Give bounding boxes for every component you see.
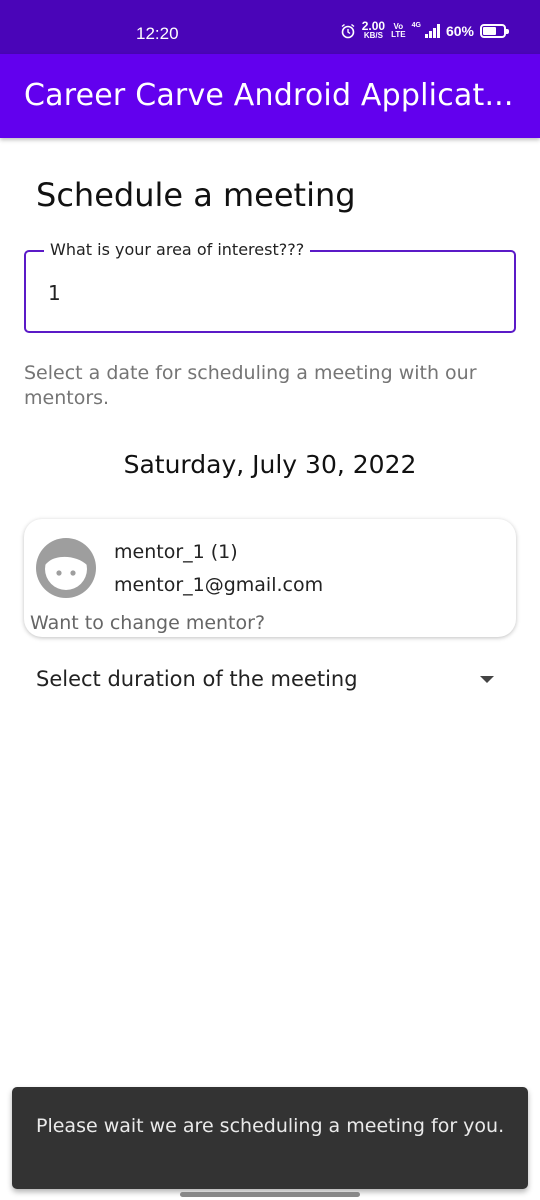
net-speed-value: 2.00 xyxy=(361,19,386,33)
app-title: Career Carve Android Applicat... xyxy=(24,78,514,113)
status-icons: 2.00 KB/S Vo LTE 4G 60% xyxy=(340,19,509,40)
app-bar: Career Carve Android Applicat... xyxy=(0,54,540,138)
snackbar-message: Please wait we are scheduling a meeting … xyxy=(36,1115,505,1137)
status-time: 12:20 xyxy=(136,24,179,43)
status-bar: 12:20 2.00 KB/S Vo LTE 4G 60% xyxy=(0,0,540,54)
volte-indicator: Vo LTE xyxy=(391,23,406,39)
net-speed-unit: KB/S xyxy=(363,31,383,40)
change-mentor-link[interactable]: Want to change mentor? xyxy=(30,612,265,634)
selected-date[interactable]: Saturday, July 30, 2022 xyxy=(0,450,540,479)
interest-field[interactable]: What is your area of interest??? 1 xyxy=(24,240,516,333)
date-hint: Select a date for scheduling a meeting w… xyxy=(24,362,477,409)
mentor-email: mentor_1@gmail.com xyxy=(114,574,324,596)
net-speed: 2.00 KB/S xyxy=(361,19,386,40)
mentor-card: mentor_1 (1) mentor_1@gmail.com Want to … xyxy=(24,519,516,637)
page-title: Schedule a meeting xyxy=(36,176,356,214)
battery-percent: 60% xyxy=(445,23,474,39)
dropdown-arrow-icon[interactable] xyxy=(480,676,494,683)
duration-select[interactable]: Select duration of the meeting xyxy=(24,660,516,704)
network-type: 4G xyxy=(411,21,421,29)
signal-icon xyxy=(424,24,440,38)
alarm-icon xyxy=(341,23,355,39)
mentor-name: mentor_1 (1) xyxy=(114,541,238,563)
interest-field-value[interactable]: 1 xyxy=(48,281,61,305)
interest-field-label: What is your area of interest??? xyxy=(44,240,311,259)
battery-icon xyxy=(480,24,509,38)
face-avatar-icon xyxy=(36,538,96,598)
snackbar: Please wait we are scheduling a meeting … xyxy=(12,1087,528,1189)
duration-select-label: Select duration of the meeting xyxy=(36,667,358,691)
home-indicator[interactable] xyxy=(180,1192,360,1197)
volte-bottom: LTE xyxy=(391,30,406,39)
